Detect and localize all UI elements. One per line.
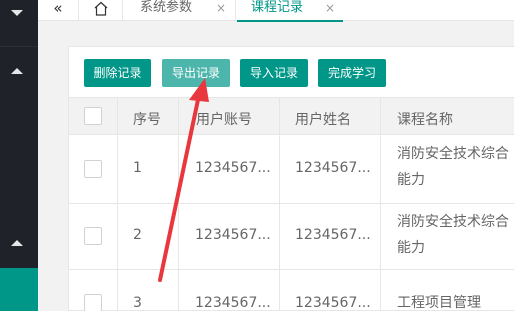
tab-system-params[interactable]: 系统参数 × [124, 0, 236, 21]
column-divider [178, 97, 179, 311]
header-course: 课程名称 [397, 112, 453, 128]
row-checkbox[interactable] [84, 227, 102, 245]
row-account: 1234567... [195, 227, 271, 243]
sidebar-divider [0, 46, 38, 47]
row-divider [69, 269, 514, 270]
close-icon[interactable]: × [216, 0, 226, 16]
row-index: 1 [133, 160, 142, 176]
caret-down-icon[interactable] [11, 10, 23, 16]
column-divider [117, 97, 118, 311]
row-account: 1234567... [195, 160, 271, 176]
finish-learning-button[interactable]: 完成学习 [318, 59, 386, 87]
row-name: 1234567... [295, 227, 371, 243]
tab-bar: « 系统参数 × 课程记录 × [38, 0, 514, 22]
export-records-button[interactable]: 导出记录 [162, 59, 230, 87]
row-checkbox[interactable] [84, 160, 102, 178]
tab-course-records[interactable]: 课程记录 × [237, 0, 343, 22]
close-icon[interactable]: × [325, 0, 335, 16]
row-divider [69, 203, 514, 204]
row-course: 消防安全技术综合能力 [397, 146, 509, 188]
collapse-sidebar-icon[interactable]: « [38, 0, 78, 21]
header-index: 序号 [133, 112, 161, 128]
sidebar-item-active[interactable] [0, 268, 38, 311]
row-name: 1234567... [295, 295, 371, 311]
row-index: 3 [133, 295, 142, 311]
delete-records-button[interactable]: 删除记录 [84, 59, 151, 87]
tab-label: 系统参数 [140, 0, 193, 15]
header-name: 用户姓名 [295, 112, 351, 128]
row-account: 1234567... [195, 295, 271, 311]
select-all-checkbox[interactable] [84, 107, 102, 125]
import-records-button[interactable]: 导入记录 [240, 59, 308, 87]
row-checkbox[interactable] [84, 294, 102, 311]
header-account: 用户账号 [196, 112, 252, 128]
table-header: 序号 用户账号 用户姓名 课程名称 [69, 97, 514, 135]
records-table: 序号 用户账号 用户姓名 课程名称 1 1234567... 1234567..… [69, 97, 514, 311]
column-divider [380, 97, 381, 311]
active-tab-indicator [237, 20, 343, 22]
row-index: 2 [133, 227, 142, 243]
row-name: 1234567... [295, 160, 371, 176]
left-sidebar [0, 0, 38, 311]
row-course: 工程项目管理 [397, 295, 481, 311]
caret-up-icon[interactable] [11, 240, 23, 246]
home-icon [94, 1, 108, 16]
column-divider [279, 97, 280, 311]
row-course: 消防安全技术综合能力 [397, 214, 509, 256]
tab-label: 课程记录 [251, 0, 304, 15]
tab-home[interactable] [78, 0, 123, 21]
caret-up-icon[interactable] [11, 68, 23, 74]
